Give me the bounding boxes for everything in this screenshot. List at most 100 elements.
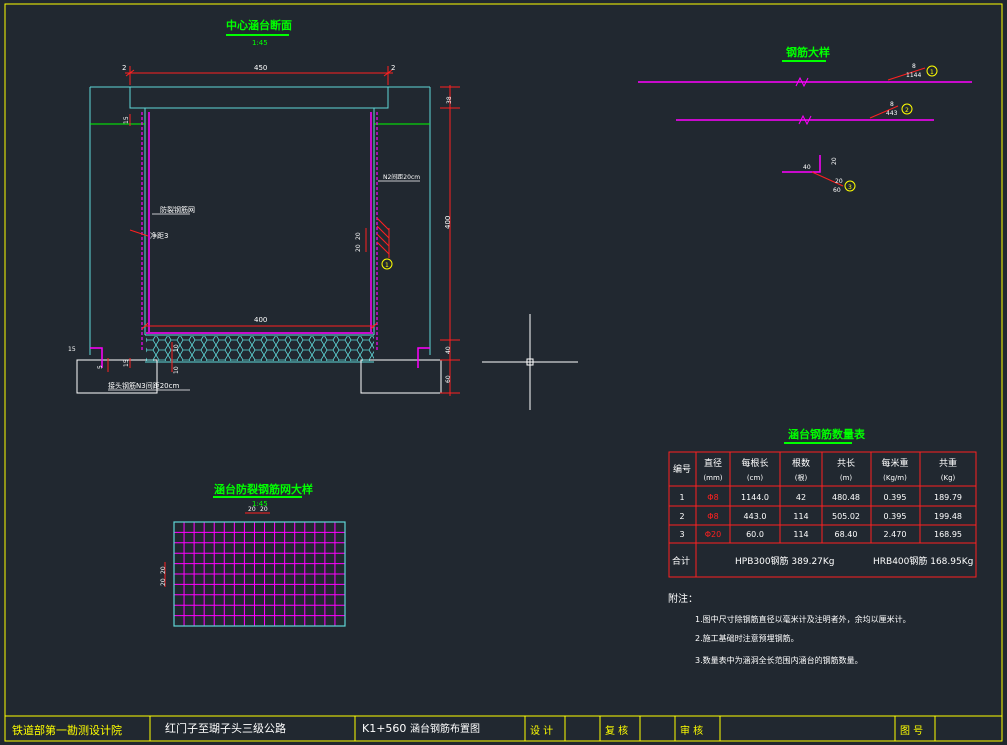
table-cell: Φ8 — [707, 493, 718, 502]
bar-3-no: 3 — [848, 184, 852, 191]
notes-heading: 附注： — [668, 592, 698, 605]
table-header-unit: (根) — [795, 473, 808, 482]
wall-rebar-mesh — [141, 112, 378, 350]
dim-50: 5 — [97, 365, 104, 369]
table-header: 共重 — [939, 457, 957, 469]
table-cell: 443.0 — [744, 512, 767, 521]
detail-title: 钢筋大样 — [786, 45, 830, 59]
bar-2-no: 2 — [905, 107, 909, 114]
label-mesh: 防裂钢筋网 — [160, 205, 195, 214]
table-total-hpb: HPB300钢筋 389.27Kg — [735, 555, 835, 567]
table-header-unit: (Kg) — [941, 474, 956, 482]
table-header: 每米重 — [881, 457, 908, 469]
note-1: 1.图中尺寸除钢筋直径以毫米计及注明者外，余均以厘米计。 — [695, 614, 911, 624]
table-cell: 1 — [679, 493, 684, 502]
table-cell: 0.395 — [884, 512, 907, 521]
section-title: 中心涵台断面 — [226, 18, 292, 32]
mesh-grid — [173, 521, 346, 627]
mesh-spacing-v2: 20 — [160, 578, 167, 586]
table-header-unit: (m) — [840, 474, 853, 482]
label-n2: N2间距20cm — [383, 173, 420, 181]
table-cell: 505.02 — [832, 512, 860, 521]
table-header: 根数 — [792, 457, 810, 469]
table-cell: 199.48 — [934, 512, 962, 521]
mesh-spacing-h1: 20 — [248, 506, 256, 513]
table-cell: Φ8 — [707, 512, 718, 521]
bar-2-d: 8 — [890, 101, 894, 108]
table-cells: 编号 直径 (mm) 每根长 (cm) 根数 (根) 共长 (m) 每米重 (Kg/m) 共重 (Kg)… — [673, 457, 962, 539]
dim-left-offset: 2 — [122, 64, 126, 72]
title-review: 审 核 — [680, 724, 703, 737]
dim-height: 400 — [444, 216, 452, 229]
table-cell: 2 — [679, 512, 684, 521]
table-total-label: 合计 — [672, 555, 690, 567]
mesh-spacing-v1: 20 — [160, 566, 167, 574]
title-drawing: 涵台钢筋布置图 — [410, 722, 480, 735]
table-header: 共长 — [837, 457, 855, 469]
table-cell: 42 — [796, 493, 806, 502]
mesh-title: 涵台防裂钢筋网大样 — [214, 482, 313, 496]
dim-20-b: 20 — [355, 244, 362, 252]
bar-1-d: 8 — [912, 63, 916, 70]
dim-15-top: 15 — [123, 116, 130, 124]
note-2: 2.施工基础时注意预埋钢筋。 — [695, 633, 799, 643]
table-cell: 3 — [679, 530, 684, 539]
table-cell: 1144.0 — [741, 493, 769, 502]
table-header: 直径 — [704, 457, 722, 469]
dim-10-b: 10 — [173, 366, 180, 374]
table-header-unit: (Kg/m) — [883, 474, 907, 482]
table-title: 涵台钢筋数量表 — [788, 427, 866, 441]
label-n3: 接头钢筋N3间距20cm — [108, 381, 179, 390]
table-cell: 114 — [793, 530, 808, 539]
bar-1-break — [795, 76, 809, 88]
dim-foundation: 60 — [445, 375, 452, 383]
paving-hatch — [146, 336, 374, 361]
bar-2-len: 443 — [886, 110, 898, 117]
drawing-svg: 铁道部第一勘测设计院 红门子至瑚子头三级公路 K1+560 涵台钢筋布置图 设 … — [4, 3, 1003, 742]
wall-rebar-main — [90, 112, 430, 368]
table-cell: 168.95 — [934, 530, 962, 539]
table-cell: 68.40 — [835, 530, 858, 539]
table-cell: 0.395 — [884, 493, 907, 502]
bar-1-len: 1144 — [906, 72, 921, 79]
title-design: 设 计 — [530, 724, 553, 737]
title-station: K1+560 — [362, 722, 406, 735]
dim-top-width: 450 — [254, 64, 267, 72]
table-cell: 480.48 — [832, 493, 860, 502]
bar-3-shape — [782, 155, 821, 173]
dim-right-offset: 2 — [391, 64, 395, 72]
title-sheet: 图 号 — [900, 725, 923, 737]
label-15: 15 — [68, 346, 76, 353]
dim-top-slab: 38 — [446, 96, 453, 104]
bar-3-len: 60 — [833, 187, 841, 194]
marker-1: 1 — [385, 262, 389, 269]
table-header-unit: (cm) — [747, 474, 763, 482]
bar-3-20: 20 — [831, 157, 838, 165]
label-gap: 净距3 — [150, 231, 168, 240]
cad-drawing-canvas[interactable]: 铁道部第一勘测设计院 红门子至瑚子头三级公路 K1+560 涵台钢筋布置图 设 … — [0, 0, 1007, 745]
title-check: 复 核 — [605, 724, 628, 737]
table-header-unit: (mm) — [703, 474, 722, 482]
right-foundation — [360, 359, 442, 394]
table-cell: 2.470 — [884, 530, 907, 539]
note-3: 3.数量表中为涵洞全长范围内涵台的钢筋数量。 — [695, 655, 863, 665]
bar-1-no: 1 — [930, 69, 934, 76]
table-total-hrb: HRB400钢筋 168.95Kg — [873, 555, 973, 567]
title-block — [5, 715, 1002, 741]
mesh-spacing-h2: 20 — [260, 506, 268, 513]
drawing-border — [4, 3, 1003, 742]
bar-3-h: 40 — [803, 164, 811, 171]
table-cell: Φ20 — [705, 530, 721, 539]
dim-bottom-slab: 40 — [445, 346, 452, 354]
bar-2-break — [798, 114, 812, 126]
title-org: 铁道部第一勘测设计院 — [12, 723, 122, 737]
section-scale: 1:45 — [252, 39, 268, 47]
cad-crosshair — [482, 314, 578, 410]
table-header: 编号 — [673, 463, 691, 475]
table-cell: 114 — [793, 512, 808, 521]
table-cell: 60.0 — [746, 530, 764, 539]
dim-15-bottom: 15 — [123, 359, 130, 367]
table-cell: 189.79 — [934, 493, 962, 502]
dim-20-a: 20 — [355, 232, 362, 240]
dim-10-a: 10 — [173, 344, 180, 352]
